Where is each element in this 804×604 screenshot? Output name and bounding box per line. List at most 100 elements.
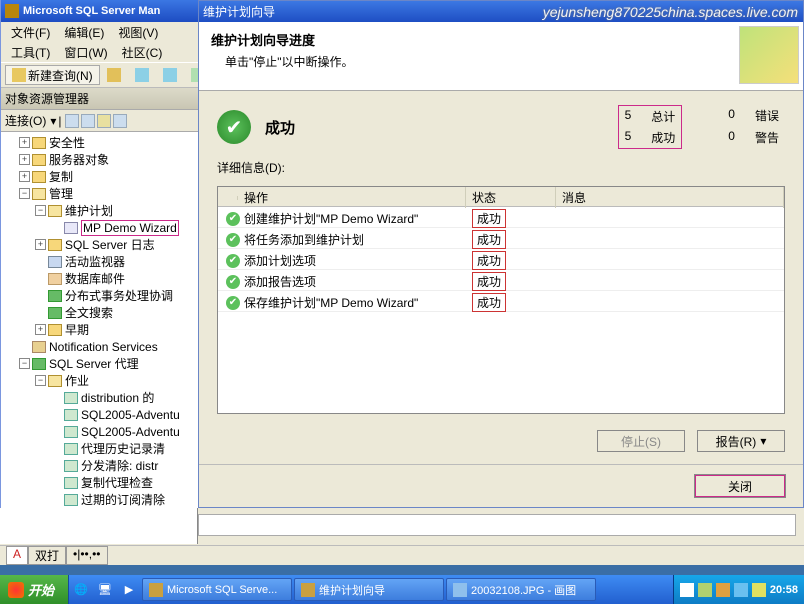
filter-icon[interactable] [81,114,95,128]
col-action[interactable]: 操作 [238,187,466,208]
cell-message [556,238,784,242]
tray-icon[interactable] [680,583,694,597]
menu-community[interactable]: 社区(C) [116,42,169,63]
mail-icon [48,273,62,285]
tree[interactable]: +安全性 +服务器对象 +复制 −管理 −维护计划 MP Demo Wizard… [1,132,198,564]
tab-a[interactable]: A [6,546,28,565]
task-ssms[interactable]: Microsoft SQL Serve... [142,578,292,601]
ql-desktop-icon[interactable]: 🖥 [94,579,116,601]
cell-message [556,301,784,305]
tree-job[interactable]: 代理历史记录清 [81,440,165,457]
tray-icon[interactable] [752,583,766,597]
menu-file[interactable]: 文件(F) [5,22,56,43]
agent-icon [32,358,46,370]
expand-icon[interactable]: + [19,137,30,148]
tree-mp-demo[interactable]: MP Demo Wizard [81,220,179,236]
table-row[interactable]: ✔添加报告选项成功 [218,270,784,291]
ql-player-icon[interactable]: ▶ [118,579,140,601]
table-row[interactable]: ✔保存维护计划"MP Demo Wizard"成功 [218,291,784,312]
cell-message [556,280,784,284]
job-icon [64,409,78,421]
tree-job[interactable]: 过期的订阅清除 [81,491,165,508]
cell-action: 将任务添加到维护计划 [238,229,466,250]
tree-maint-plans[interactable]: 维护计划 [65,202,113,219]
folder-icon [32,137,46,149]
tree-fts[interactable]: 全文搜索 [65,304,113,321]
menu-edit[interactable]: 编辑(E) [58,22,110,43]
tree-management[interactable]: 管理 [49,185,73,202]
tree-agent[interactable]: SQL Server 代理 [49,355,139,372]
task-paint-label: 20032108.JPG - 画图 [471,582,576,598]
stop-icon[interactable] [97,114,111,128]
task-paint[interactable]: 20032108.JPG - 画图 [446,578,596,601]
col-status[interactable]: 状态 [466,187,556,208]
tree-dtc[interactable]: 分布式事务处理协调 [65,287,173,304]
col-message[interactable]: 消息 [556,187,784,208]
table-row[interactable]: ✔创建维护计划"MP Demo Wizard"成功 [218,207,784,228]
connect-link[interactable]: 连接(O) [5,112,46,129]
dialog-footer: 关闭 [199,464,803,507]
tree-notif[interactable]: Notification Services [49,340,158,354]
tree-job[interactable]: 分发清除: distr [81,457,158,474]
count-warn-l: 警告 [755,129,779,147]
tree-legacy[interactable]: 早期 [65,321,89,338]
tray-icon[interactable] [698,583,712,597]
tab-dots[interactable]: •|••,•• [66,546,107,565]
cell-status: 成功 [466,270,556,293]
cell-message [556,259,784,263]
menu-window[interactable]: 窗口(W) [58,42,113,63]
tab-b[interactable]: 双打 [28,546,66,565]
toolbar-btn-1[interactable] [102,65,128,85]
tree-job[interactable]: SQL2005-Adventu [81,425,180,439]
menu-tools[interactable]: 工具(T) [5,42,56,63]
toolbar-btn-3[interactable] [158,65,184,85]
connect-dropdown[interactable]: ▾ [50,114,56,128]
windows-icon [8,582,24,598]
count-success-n: 5 [625,129,632,146]
tree-server-objects[interactable]: 服务器对象 [49,151,109,168]
table-row[interactable]: ✔添加计划选项成功 [218,249,784,270]
refresh-icon[interactable] [65,114,79,128]
tree-job[interactable]: 复制代理检查 [81,474,153,491]
tree-job[interactable]: SQL2005-Adventu [81,408,180,422]
close-button[interactable]: 关闭 [695,475,785,497]
toolbar-btn-2[interactable] [130,65,156,85]
task-wizard[interactable]: 维护计划向导 [294,578,444,601]
new-query-icon [12,68,26,82]
tree-job[interactable]: distribution 的 [81,389,154,406]
cell-action: 添加计划选项 [238,250,466,271]
tree-security[interactable]: 安全性 [49,134,85,151]
notif-icon [32,341,46,353]
folder-icon [32,171,46,183]
cell-action: 创建维护计划"MP Demo Wizard" [238,208,466,229]
db-icon [107,68,121,82]
ruler [198,514,796,536]
job-icon [64,494,78,506]
table-row[interactable]: ✔将任务添加到维护计划成功 [218,228,784,249]
job-icon [64,426,78,438]
tree-dbmail[interactable]: 数据库邮件 [65,270,125,287]
tree-jobs[interactable]: 作业 [65,372,89,389]
object-explorer-title: 对象资源管理器 [1,88,198,110]
task-wizard-icon [301,583,315,597]
tree-sql-log[interactable]: SQL Server 日志 [65,236,155,253]
tree-replication[interactable]: 复制 [49,168,73,185]
system-tray[interactable]: 20:58 [673,575,804,604]
tray-icon[interactable] [734,583,748,597]
tree-activity[interactable]: 活动监视器 [65,253,125,270]
start-button[interactable]: 开始 [0,575,69,604]
details-label: 详细信息(D): [217,159,785,176]
cell-action: 保存维护计划"MP Demo Wizard" [238,292,466,313]
dialog-titlebar[interactable]: 维护计划向导 [199,1,803,22]
ql-ie-icon[interactable]: 🌐 [70,579,92,601]
counts-errwarn: 0 错误 0 警告 [722,105,785,149]
script-icon[interactable] [113,114,127,128]
new-query-button[interactable]: 新建查询(N) [5,65,100,85]
report-button[interactable]: 报告(R) [697,430,785,452]
cell-status: 成功 [466,207,556,230]
menu-view[interactable]: 视图(V) [112,22,164,43]
clock[interactable]: 20:58 [770,584,798,596]
file-icon [135,68,149,82]
tray-icon[interactable] [716,583,730,597]
dialog-buttons-row: 停止(S) 报告(R) [217,424,785,456]
